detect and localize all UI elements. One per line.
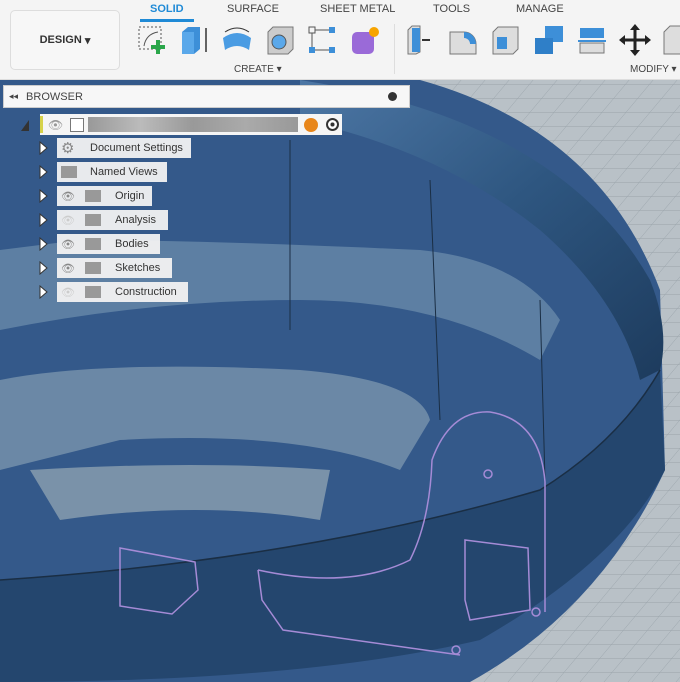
badge-icon [304, 117, 318, 132]
combine-icon[interactable] [533, 24, 565, 56]
expand-icon[interactable] [38, 141, 48, 155]
fillet-icon[interactable] [447, 24, 479, 56]
pattern-icon[interactable] [306, 24, 338, 56]
item-label: Analysis [115, 214, 156, 226]
offset-face-icon[interactable] [576, 24, 608, 56]
design-workspace-button[interactable]: DESIGN ▾ [10, 10, 120, 70]
hole-icon[interactable] [264, 24, 296, 56]
eye-icon[interactable]: 👁 [48, 118, 70, 132]
active-marker [40, 116, 43, 133]
item-label: Construction [115, 286, 177, 298]
browser-item-construction[interactable]: 👁 Construction [57, 282, 188, 302]
collapse-browser-icon[interactable]: ◂◂ [9, 91, 18, 102]
expand-icon[interactable] [38, 285, 48, 299]
folder-icon [85, 190, 101, 202]
expand-icon[interactable] [38, 165, 48, 179]
browser-item-sketches[interactable]: 👁 Sketches [57, 258, 172, 278]
item-label: Bodies [115, 238, 149, 250]
activate-radio-icon[interactable] [326, 118, 339, 131]
shell-icon[interactable] [490, 24, 522, 56]
toolbar-divider [394, 24, 395, 74]
browser-item-analysis[interactable]: 👁 Analysis [57, 210, 168, 230]
browser-item-document-settings[interactable]: ⚙ Document Settings [57, 138, 191, 158]
item-label: Sketches [115, 262, 161, 274]
browser-item-origin[interactable]: 👁 Origin [57, 186, 152, 206]
move-icon[interactable] [619, 24, 651, 56]
tab-surface[interactable]: SURFACE [227, 3, 279, 15]
browser-item-named-views[interactable]: Named Views [57, 162, 167, 182]
component-icon [70, 117, 84, 132]
document-name-blurred [88, 117, 298, 132]
browser-title: BROWSER [26, 90, 83, 103]
folder-icon [61, 166, 77, 178]
browser-panel-header: ◂◂ BROWSER [3, 85, 410, 108]
eye-icon[interactable]: 👁 [61, 262, 75, 275]
folder-icon [85, 262, 101, 274]
item-label: Named Views [90, 166, 158, 178]
revolve-icon[interactable] [221, 24, 253, 56]
folder-icon [85, 286, 101, 298]
gear-icon: ⚙ [61, 140, 75, 157]
toolbar: DESIGN ▾ SOLID SURFACE SHEET METAL TOOLS… [0, 0, 680, 80]
modify-more-icon[interactable] [662, 24, 680, 56]
modify-label: MODIFY [630, 64, 669, 75]
create-sketch-icon[interactable] [136, 24, 168, 56]
browser-item-bodies[interactable]: 👁 Bodies [57, 234, 160, 254]
item-label: Document Settings [90, 142, 183, 154]
tab-manage[interactable]: MANAGE [516, 3, 564, 15]
workspace-label: DESIGN [39, 34, 82, 46]
form-icon[interactable] [350, 24, 382, 56]
tab-solid[interactable]: SOLID [140, 3, 194, 22]
eye-icon[interactable]: 👁 [61, 190, 75, 203]
modify-menu[interactable]: MODIFY ▾ [630, 64, 677, 75]
folder-icon [85, 214, 101, 226]
expand-icon[interactable] [38, 189, 48, 203]
expand-icon[interactable] [38, 213, 48, 227]
create-menu[interactable]: CREATE ▾ [234, 64, 282, 75]
extrude-icon[interactable] [178, 24, 210, 56]
eye-hidden-icon[interactable]: 👁 [61, 214, 75, 227]
press-pull-icon[interactable] [404, 24, 436, 56]
create-label: CREATE [234, 64, 274, 75]
eye-hidden-icon[interactable]: 👁 [61, 286, 75, 299]
root-component-row[interactable]: 👁 [40, 114, 342, 135]
tab-sheet-metal[interactable]: SHEET METAL [320, 3, 395, 15]
tab-tools[interactable]: TOOLS [433, 3, 470, 15]
item-label: Origin [115, 190, 145, 202]
expand-icon[interactable] [38, 261, 48, 275]
folder-icon [85, 238, 101, 250]
eye-icon[interactable]: 👁 [61, 238, 75, 251]
collapse-root-icon[interactable] [20, 118, 30, 132]
minimize-browser-icon[interactable] [388, 92, 397, 101]
expand-icon[interactable] [38, 237, 48, 251]
